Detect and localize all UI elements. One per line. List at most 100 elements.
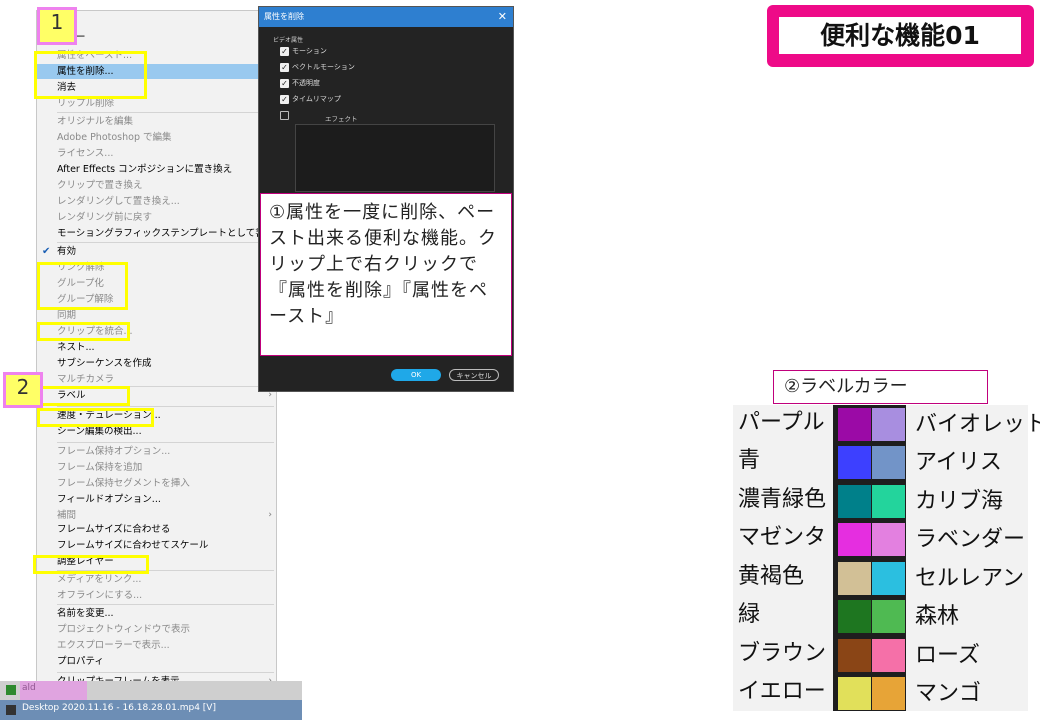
menu-item-label: リップル削除 (57, 98, 115, 109)
menu-item[interactable]: フィールドオプション... (37, 492, 276, 507)
menu-item[interactable]: サブシーケンスを作成 (37, 356, 276, 371)
color-swatch-left (838, 408, 871, 441)
color-swatch-left (838, 562, 871, 595)
menu-item-label: マルチカメラ (57, 374, 115, 385)
menu-item-label: クリップで置き換え (57, 180, 143, 191)
menu-separator (57, 406, 274, 407)
menu-item[interactable]: ライセンス... (37, 146, 276, 161)
label-name-left: ブラウン (738, 641, 827, 666)
color-swatch-right (872, 523, 905, 556)
menu-item[interactable]: 有効 ✔ (37, 244, 276, 259)
menu-item-label: フレーム保持オプション... (57, 446, 171, 457)
checkbox-icon: ✓ (280, 95, 289, 104)
menu-item[interactable]: プロジェクトウィンドウで表示 (37, 622, 276, 637)
menu-item-label: フレームサイズに合わせてスケール (57, 540, 209, 551)
menu-item[interactable]: メディアをリンク... (37, 572, 276, 587)
check-time-remap-label: タイムリマップ (292, 95, 341, 103)
label-color-panel: パープル バイオレット青 アイリス 濃青緑色 カリブ海 マゼンタ ラベンダー 黄褐色 セルレアン… (733, 405, 1040, 711)
menu-item-label: 同期 (57, 310, 77, 321)
menu-item[interactable]: フレームサイズに合わせる (37, 522, 276, 537)
menu-item[interactable]: オフラインにする... (37, 588, 276, 603)
color-swatch-left (838, 639, 871, 672)
menu-item[interactable]: フレーム保持オプション... (37, 444, 276, 459)
color-swatch-right (872, 562, 905, 595)
menu-item-label: 有効 (57, 246, 77, 257)
color-swatch-left (838, 446, 871, 479)
menu-item[interactable]: 補間 › (37, 508, 276, 523)
highlight-adjust-layer (33, 555, 149, 574)
menu-item-label: レンダリングして置き換え... (57, 196, 180, 207)
label-name-left: マゼンタ (738, 525, 827, 550)
menu-separator (57, 112, 274, 113)
highlight-link-group (37, 262, 128, 310)
color-swatch-left (838, 485, 871, 518)
menu-item-label: ライセンス... (57, 148, 114, 159)
menu-item[interactable]: フレームサイズに合わせてスケール (37, 538, 276, 553)
label-name-left: 青 (738, 448, 761, 473)
menu-item[interactable]: Adobe Photoshop で編集 (37, 130, 276, 145)
label-name-left: イエロー (738, 679, 826, 704)
label-name-right: セルレアン (915, 566, 1025, 591)
check-motion[interactable]: ✓ モーション (280, 47, 327, 56)
cancel-button[interactable]: キャンセル (449, 369, 499, 381)
checkbox-icon: ✓ (280, 79, 289, 88)
color-swatch-left (838, 677, 871, 710)
menu-item[interactable]: ネスト... (37, 340, 276, 355)
badge-2: 2 (3, 372, 43, 408)
check-icon: ✔ (42, 246, 51, 257)
menu-item[interactable]: マルチカメラ (37, 372, 276, 387)
close-icon[interactable]: ✕ (498, 7, 507, 27)
check-opacity[interactable]: ✓ 不透明度 (280, 79, 320, 88)
label-name-right: カリブ海 (915, 489, 1004, 514)
menu-item-label: ネスト... (57, 342, 95, 353)
menu-item-label: Adobe Photoshop で編集 (57, 132, 172, 143)
menu-item[interactable]: エクスプローラーで表示... (37, 638, 276, 653)
dialog-title: 属性を削除 (259, 7, 513, 27)
clip-name-2[interactable]: Desktop 2020.11.16 - 16.18.28.01.mp4 [V] (22, 703, 216, 713)
menu-item[interactable]: クリップで置き換え (37, 178, 276, 193)
clip-selection-highlight (20, 681, 87, 700)
color-swatch-left (838, 600, 871, 633)
badge-1-label: 1 (40, 10, 74, 42)
menu-item[interactable]: レンダリングして置き換え... (37, 194, 276, 209)
menu-item[interactable]: 同期 (37, 308, 276, 323)
title-banner: 便利な機能01 (767, 5, 1034, 67)
context-menu: コピー属性をペースト...属性を削除...消去リップル削除オリジナルを編集Ado… (36, 10, 302, 690)
check-vector-motion[interactable]: ✓ ベクトルモーション (280, 63, 355, 72)
clip-icon (6, 685, 16, 695)
color-swatch-right (872, 600, 905, 633)
label-name-right: ローズ (915, 643, 980, 668)
menu-separator (57, 442, 274, 443)
menu-item[interactable]: フレーム保持セグメントを挿入 (37, 476, 276, 491)
check-time-remap[interactable]: ✓ タイムリマップ (280, 95, 341, 104)
highlight-paste-delete (34, 51, 147, 99)
menu-item[interactable]: オリジナルを編集 (37, 114, 276, 129)
menu-item-label: 補間 (57, 510, 77, 521)
menu-item-label: 名前を変更... (57, 608, 114, 619)
menu-item[interactable]: フレーム保持を追加 (37, 460, 276, 475)
menu-item[interactable]: レンダリング前に戻す (37, 210, 276, 225)
highlight-merge (37, 322, 130, 341)
menu-item[interactable]: After Effects コンポジションに置き換え (37, 162, 276, 177)
menu-item-label: レンダリング前に戻す (57, 212, 153, 223)
checkbox-empty-icon (280, 111, 289, 120)
color-swatch-right (872, 485, 905, 518)
label-name-right: バイオレット (915, 412, 1040, 437)
badge-2-label: 2 (6, 375, 40, 405)
menu-item[interactable]: プロパティ (37, 654, 276, 669)
ok-button[interactable]: OK (391, 369, 441, 381)
color-swatch-right (872, 639, 905, 672)
label-color-heading: ②ラベルカラー (773, 370, 988, 404)
menu-item-label: フレーム保持セグメントを挿入 (57, 478, 190, 489)
effects-list[interactable] (295, 124, 495, 192)
menu-item-label: After Effects コンポジションに置き換え (57, 164, 233, 175)
checkbox-icon: ✓ (280, 63, 289, 72)
menu-item-label: オリジナルを編集 (57, 116, 134, 127)
menu-item[interactable]: モーショングラフィックステンプレートとして書き出し... (37, 226, 302, 241)
menu-item[interactable]: 名前を変更... (37, 606, 276, 621)
highlight-label (37, 386, 130, 406)
chevron-right-icon: › (268, 510, 272, 520)
label-name-left: 緑 (738, 602, 761, 627)
checkbox-icon: ✓ (280, 47, 289, 56)
menu-separator (57, 242, 274, 243)
